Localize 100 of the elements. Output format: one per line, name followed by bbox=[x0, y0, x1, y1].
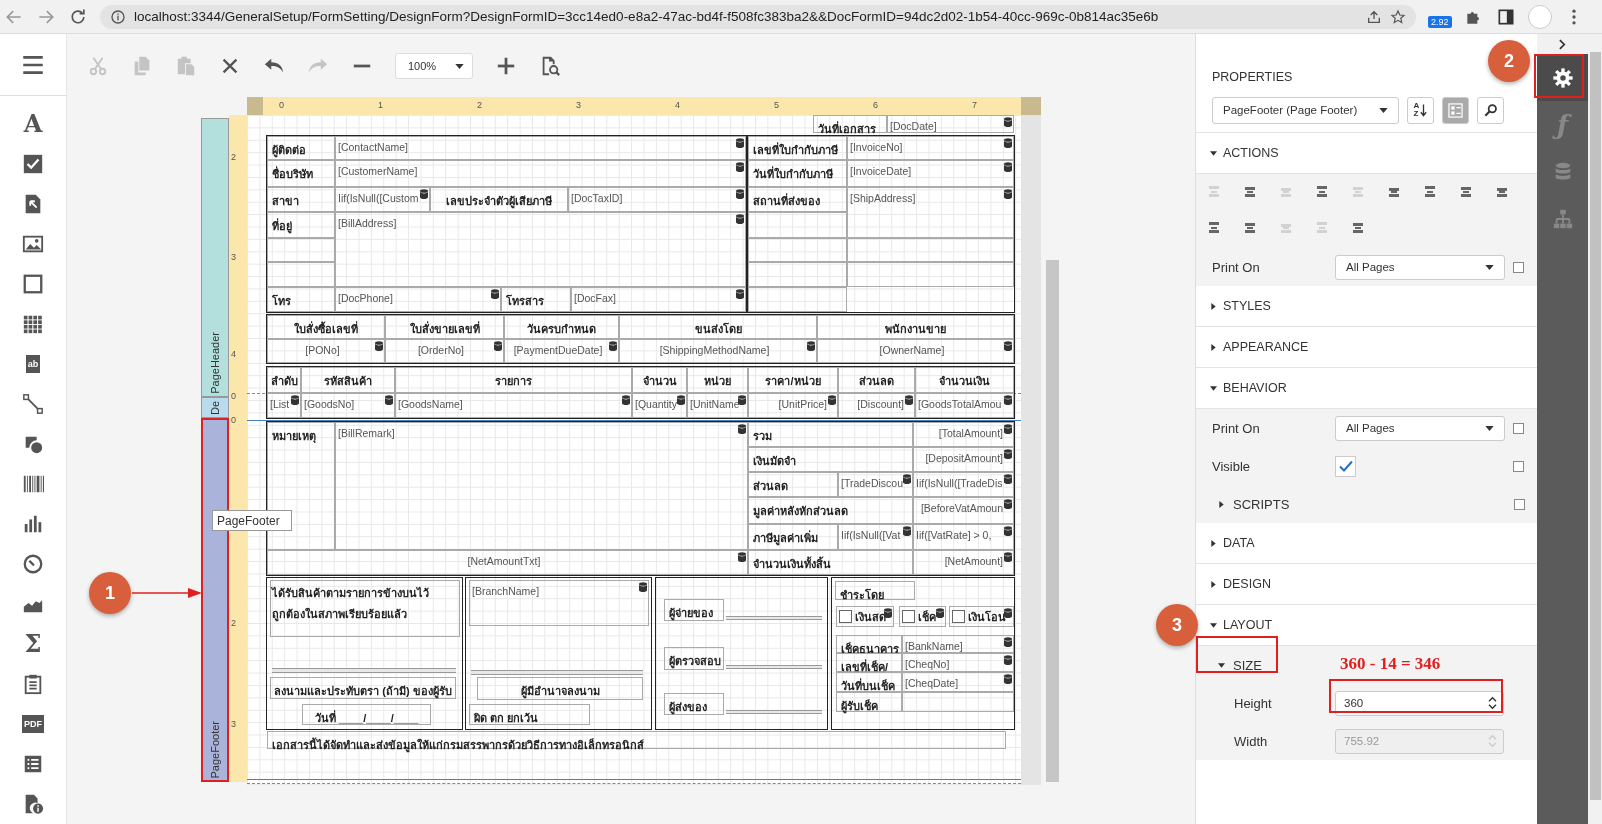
label-cell[interactable]: โทรสาร bbox=[501, 287, 571, 312]
number-field[interactable]: 360 bbox=[1335, 690, 1504, 716]
field-cell[interactable]: [CheqDate] bbox=[902, 672, 1014, 692]
group-header[interactable]: SIZE bbox=[1212, 657, 1262, 673]
field-cell[interactable]: [DocDate] bbox=[887, 115, 1014, 133]
field-cell[interactable]: [UnitName bbox=[687, 393, 748, 418]
header-cell[interactable]: ลำดับ bbox=[267, 367, 301, 393]
align-icon[interactable] bbox=[1206, 220, 1222, 236]
field-cell[interactable]: [GoodsTotalAmou bbox=[915, 393, 1014, 418]
header-cell[interactable]: พนักงานขาย bbox=[817, 315, 1014, 339]
label-cell[interactable]: วันที่เอกสาร bbox=[813, 115, 887, 133]
list-icon[interactable] bbox=[22, 753, 44, 775]
empty-cell[interactable] bbox=[902, 692, 1014, 712]
band-strip[interactable]: De bbox=[201, 397, 229, 418]
label-cell[interactable]: สาขา bbox=[267, 187, 335, 212]
field-cell[interactable]: Iif(IsNull([Vat bbox=[838, 524, 913, 550]
header-cell[interactable]: เลขประจำตัวผู้เสียภาษี bbox=[430, 187, 568, 212]
align-icon[interactable] bbox=[1422, 184, 1438, 200]
field-cell[interactable]: [BankName] bbox=[902, 635, 1014, 653]
share-icon[interactable] bbox=[1366, 8, 1382, 25]
label-cell[interactable]: โทร bbox=[267, 287, 335, 312]
label-cell[interactable]: เลขที่ใบกำกับภาษี bbox=[748, 136, 847, 160]
label-cell[interactable]: จำนวนเงินทั้งสิ้น bbox=[748, 550, 913, 575]
align-icon[interactable] bbox=[1350, 220, 1366, 236]
field-cell[interactable]: [NetAmount] bbox=[913, 550, 1014, 575]
field-cell[interactable]: [List bbox=[267, 393, 301, 418]
header-cell[interactable]: ราคา/หน่วย bbox=[748, 367, 838, 393]
label-cell[interactable]: วันที่บนเช็ค bbox=[836, 672, 902, 692]
field-cell[interactable]: [GoodsNo] bbox=[301, 393, 395, 418]
label-cell[interactable]: ผิด ตก ยกเว้น bbox=[469, 704, 590, 725]
header-cell[interactable]: รหัสสินค้า bbox=[301, 367, 395, 393]
chevron-icon[interactable] bbox=[1559, 38, 1566, 50]
toggle-square[interactable] bbox=[1513, 261, 1524, 273]
checkbox-icon[interactable] bbox=[22, 153, 44, 175]
toggle-square[interactable] bbox=[1514, 498, 1525, 510]
header-cell[interactable]: รายการ bbox=[395, 367, 632, 393]
barcode-icon[interactable] bbox=[22, 473, 44, 495]
toolbox-glyph-icon[interactable]: Σ bbox=[24, 633, 42, 655]
info-icon[interactable] bbox=[110, 8, 126, 25]
checkbox-cell[interactable]: เงินสด bbox=[836, 606, 894, 627]
header-cell[interactable]: ลงนามและประทับตรา (ถ้ามี) ของผู้รับ bbox=[270, 677, 456, 699]
toggle-square[interactable] bbox=[1513, 422, 1524, 434]
empty-cell[interactable] bbox=[267, 238, 335, 262]
line-icon[interactable] bbox=[22, 393, 44, 415]
empty-cell[interactable] bbox=[847, 238, 1014, 262]
search-button[interactable] bbox=[1477, 96, 1504, 124]
object-select[interactable]: PageFooter (Page Footer) bbox=[1212, 96, 1399, 124]
clipboard-icon[interactable] bbox=[22, 673, 44, 695]
toolbox-glyph-icon[interactable]: A bbox=[23, 113, 43, 135]
square-icon[interactable] bbox=[22, 273, 44, 295]
field-cell[interactable]: [BranchName] bbox=[469, 580, 649, 626]
checkbox[interactable] bbox=[952, 610, 965, 623]
band-strip[interactable]: PageHeader bbox=[201, 118, 229, 397]
checkbox-cell[interactable]: เช็ค bbox=[899, 606, 946, 627]
field-cell[interactable]: [GoodsName] bbox=[395, 393, 632, 418]
field-cell[interactable]: Iif([VatRate] > 0, bbox=[913, 524, 1014, 550]
scrollbar[interactable] bbox=[1046, 260, 1059, 782]
label-cell[interactable]: เช็คธนาคาร bbox=[836, 635, 902, 653]
field-cell[interactable]: [Quantity bbox=[632, 393, 687, 418]
header-cell[interactable]: จำนวนเงิน bbox=[915, 367, 1014, 393]
label-cell[interactable]: ที่อยู่ bbox=[267, 212, 335, 238]
field-cell[interactable]: [BillAddress] bbox=[335, 212, 746, 287]
field-cell[interactable]: [CustomerName] bbox=[335, 160, 746, 187]
align-icon[interactable] bbox=[1314, 184, 1330, 200]
label-cell[interactable]: เงินมัดจำ bbox=[748, 447, 913, 472]
label-cell[interactable]: ผู้ติดต่อ bbox=[267, 136, 335, 160]
empty-cell[interactable] bbox=[270, 580, 460, 637]
header-cell[interactable]: หน่วย bbox=[687, 367, 748, 393]
visible-checkbox[interactable] bbox=[1335, 455, 1356, 477]
field-cell[interactable]: [OwnerName] bbox=[817, 339, 1014, 363]
align-icon[interactable] bbox=[1242, 220, 1258, 236]
star-icon[interactable] bbox=[1390, 8, 1406, 25]
label-cell[interactable]: เลขที่เช็ค/ bbox=[836, 653, 902, 672]
label-cell[interactable]: ผู้ส่งของ bbox=[664, 693, 724, 715]
align-icon[interactable] bbox=[1458, 184, 1474, 200]
field-cell[interactable]: [Discount] bbox=[838, 393, 915, 418]
label-cell[interactable]: ส่วนลด bbox=[748, 472, 838, 497]
image-icon[interactable] bbox=[22, 233, 44, 255]
field-cell[interactable]: [CheqNo] bbox=[902, 653, 1014, 672]
header-cell[interactable]: วันครบกำหนด bbox=[504, 315, 619, 339]
field-cell[interactable]: [TradeDiscou bbox=[838, 472, 913, 497]
toolbox-glyph-icon[interactable]: ab bbox=[25, 355, 41, 373]
label-cell[interactable]: ชำระโดย bbox=[835, 581, 915, 600]
field-cell[interactable]: [BillRemark] bbox=[335, 422, 748, 550]
toggle-square[interactable] bbox=[1513, 460, 1524, 472]
header-cell[interactable]: ใบสั่งขายเลขที่ bbox=[385, 315, 504, 339]
field-cell[interactable]: Iif(IsNull([Custom bbox=[335, 187, 430, 212]
header-cell[interactable]: ส่วนลด bbox=[838, 367, 915, 393]
label-cell[interactable]: สถานที่ส่งของ bbox=[748, 187, 847, 212]
field-cell[interactable]: [PaymentDueDate] bbox=[504, 339, 619, 363]
label-cell[interactable]: ผู้ตรวจสอบ bbox=[664, 647, 724, 670]
field-cell[interactable]: [BeforeVatAmoun bbox=[913, 497, 1014, 524]
spinner-icon[interactable] bbox=[1488, 696, 1497, 710]
label-cell[interactable]: รวม bbox=[748, 422, 913, 447]
empty-cell[interactable] bbox=[267, 262, 335, 287]
field-cell[interactable]: [InvoiceDate] bbox=[847, 160, 1014, 187]
print-on-select[interactable]: All Pages bbox=[1335, 415, 1505, 441]
zoom-select[interactable]: 100% bbox=[395, 53, 473, 79]
empty-cell[interactable] bbox=[748, 287, 847, 312]
label-cell[interactable]: ภาษีมูลค่าเพิ่ม bbox=[748, 524, 838, 550]
